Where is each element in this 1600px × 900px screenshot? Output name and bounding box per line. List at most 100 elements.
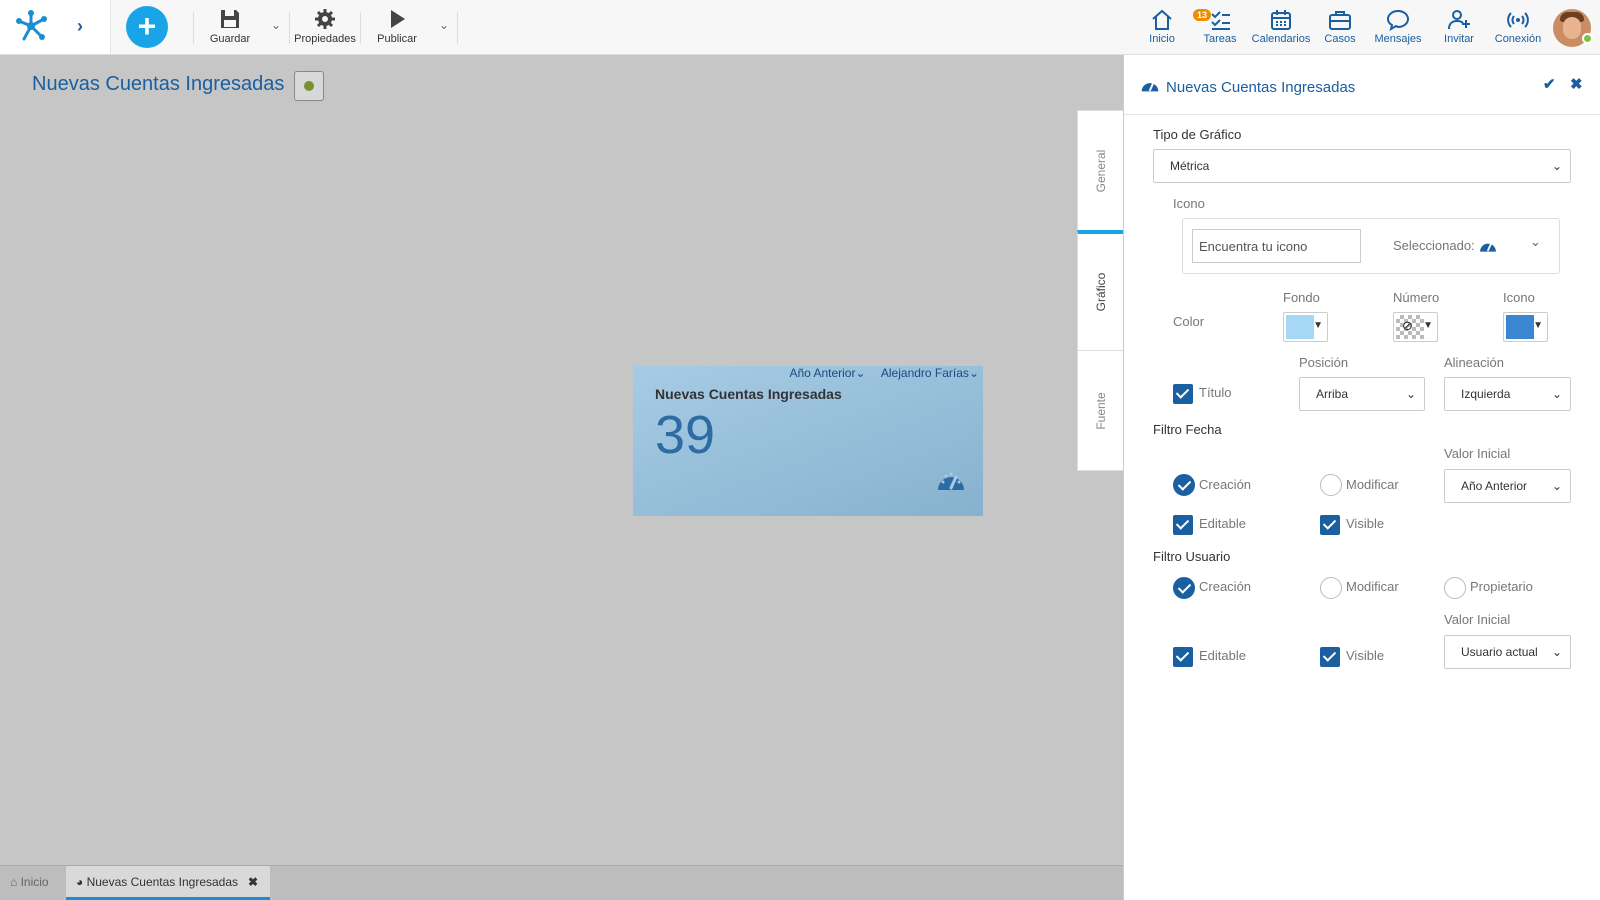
nav-calendars[interactable]: Calendarios <box>1250 8 1312 45</box>
user-filter-heading: Filtro Usuario <box>1153 549 1231 564</box>
tasks-count-badge: 13 <box>1193 9 1212 21</box>
toolbar-divider <box>360 12 361 44</box>
date-creation-radio[interactable] <box>1173 474 1195 496</box>
tab-general[interactable]: General <box>1077 110 1124 231</box>
background-color-picker[interactable]: ▼ <box>1283 312 1328 342</box>
bottom-tab-bar: ⌂ Inicio ◕ Nuevas Cuentas Ingresadas ✖ <box>0 865 1123 900</box>
save-button[interactable]: Guardar <box>209 8 251 45</box>
icon-color-label: Icono <box>1503 290 1535 305</box>
chart-type-select[interactable]: Métrica ⌄ <box>1153 149 1571 183</box>
background-color-swatch <box>1286 315 1314 339</box>
chevron-down-icon: ⌄ <box>1551 159 1562 173</box>
publish-dropdown-caret-icon[interactable]: ⌄ <box>439 18 449 32</box>
title-checkbox[interactable] <box>1173 384 1193 404</box>
calendar-icon <box>1271 10 1291 30</box>
date-initial-value-select[interactable]: Año Anterior ⌄ <box>1444 469 1571 503</box>
widget-filters: Año Anterior⌄ Alejandro Farías⌄ <box>777 366 979 380</box>
icon-search-input[interactable] <box>1192 229 1361 263</box>
status-dot <box>304 81 314 91</box>
user-creation-radio[interactable] <box>1173 577 1195 599</box>
user-owner-radio[interactable] <box>1444 577 1466 599</box>
bottom-tab-current[interactable]: ◕ Nuevas Cuentas Ingresadas ✖ <box>66 866 270 900</box>
date-editable-checkbox[interactable] <box>1173 515 1193 535</box>
user-modify-label: Modificar <box>1346 579 1399 594</box>
user-modify-radio[interactable] <box>1320 577 1342 599</box>
user-editable-checkbox[interactable] <box>1173 647 1193 667</box>
dropdown-triangle-icon: ▼ <box>1423 320 1433 331</box>
tab-source[interactable]: Fuente <box>1077 350 1124 471</box>
close-icon[interactable]: ✖ <box>1570 75 1583 93</box>
user-initial-value-select[interactable]: Usuario actual ⌄ <box>1444 635 1571 669</box>
user-visible-checkbox[interactable] <box>1320 647 1340 667</box>
nav-messages[interactable]: Mensajes <box>1373 8 1423 45</box>
save-dropdown-caret-icon[interactable]: ⌄ <box>271 18 281 32</box>
broadcast-icon <box>1507 12 1529 28</box>
position-select[interactable]: Arriba ⌄ <box>1299 377 1425 411</box>
widget-title: Nuevas Cuentas Ingresadas <box>655 386 842 402</box>
close-tab-icon[interactable]: ✖ <box>248 875 258 889</box>
add-user-icon <box>1448 10 1470 30</box>
user-initial-value-label: Valor Inicial <box>1444 612 1511 627</box>
chevron-down-icon: ⌄ <box>1551 479 1562 493</box>
panel-vertical-tabs: General Gráfico Fuente <box>1077 110 1124 471</box>
home-icon <box>1152 9 1172 30</box>
app-logo-icon[interactable] <box>14 9 50 45</box>
icon-color-picker[interactable]: ▼ <box>1503 312 1548 342</box>
toolbar-divider <box>457 12 458 44</box>
position-label: Posición <box>1299 355 1349 370</box>
user-creation-label: Creación <box>1199 579 1252 594</box>
icon-picker-chevron-down-icon[interactable]: ⌄ <box>1530 234 1541 250</box>
confirm-check-icon[interactable]: ✔ <box>1543 75 1556 93</box>
status-indicator-button[interactable] <box>294 71 324 101</box>
tab-chart[interactable]: Gráfico <box>1077 230 1124 351</box>
color-label: Color <box>1173 314 1205 329</box>
alignment-select[interactable]: Izquierda ⌄ <box>1444 377 1571 411</box>
title-checkbox-label: Título <box>1199 385 1232 400</box>
nav-connection[interactable]: Conexión <box>1494 8 1542 45</box>
dropdown-triangle-icon: ▼ <box>1533 320 1543 331</box>
user-owner-label: Propietario <box>1470 579 1533 594</box>
page-title: Nuevas Cuentas Ingresadas <box>32 73 285 95</box>
expand-menu-chevron-icon[interactable]: › <box>77 16 83 37</box>
panel-header: Nuevas Cuentas Ingresadas ✔ ✖ <box>1124 55 1600 115</box>
chart-type-label: Tipo de Gráfico <box>1153 127 1242 142</box>
pie-chart-icon: ◕ <box>76 875 84 889</box>
user-visible-label: Visible <box>1346 648 1385 663</box>
nav-invite[interactable]: Invitar <box>1441 8 1477 45</box>
publish-button[interactable]: Publicar <box>375 8 419 45</box>
user-editable-label: Editable <box>1199 648 1246 663</box>
icon-color-swatch <box>1506 315 1534 339</box>
transparent-color-swatch: ⊘ <box>1396 315 1424 339</box>
widget-user-filter[interactable]: Alejandro Farías⌄ <box>875 366 979 380</box>
app-logo-area: › <box>0 0 111 54</box>
play-icon <box>391 10 405 28</box>
no-color-icon: ⊘ <box>1402 318 1413 333</box>
widget-metric-value: 39 <box>655 405 716 465</box>
home-icon: ⌂ <box>10 875 18 889</box>
speedometer-icon <box>1141 82 1159 92</box>
date-modify-label: Modificar <box>1346 477 1399 492</box>
metric-widget[interactable]: Año Anterior⌄ Alejandro Farías⌄ Nuevas C… <box>633 366 983 516</box>
nav-home[interactable]: Inicio <box>1145 8 1179 45</box>
number-color-picker[interactable]: ⊘ ▼ <box>1393 312 1438 342</box>
save-icon <box>221 10 239 28</box>
properties-button[interactable]: Propiedades <box>294 8 356 45</box>
widget-date-filter[interactable]: Año Anterior⌄ <box>783 366 865 380</box>
bottom-tab-home[interactable]: ⌂ Inicio <box>0 866 59 900</box>
tasks-icon <box>1211 11 1230 30</box>
nav-cases[interactable]: Casos <box>1323 8 1357 45</box>
date-initial-value-label: Valor Inicial <box>1444 446 1511 461</box>
top-toolbar: › + Guardar ⌄ Propiedades Publicar ⌄ Ini… <box>0 0 1600 55</box>
chevron-down-icon: ⌄ <box>1551 387 1562 401</box>
dropdown-triangle-icon: ▼ <box>1313 320 1323 331</box>
date-filter-heading: Filtro Fecha <box>1153 422 1222 437</box>
avatar-face <box>1563 17 1581 39</box>
number-color-label: Número <box>1393 290 1440 305</box>
add-button[interactable]: + <box>126 6 168 48</box>
date-visible-checkbox[interactable] <box>1320 515 1340 535</box>
date-visible-label: Visible <box>1346 516 1385 531</box>
chevron-down-icon: ⌄ <box>1405 387 1416 401</box>
selected-speedometer-icon <box>1480 242 1496 252</box>
date-modify-radio[interactable] <box>1320 474 1342 496</box>
background-color-label: Fondo <box>1283 290 1320 305</box>
